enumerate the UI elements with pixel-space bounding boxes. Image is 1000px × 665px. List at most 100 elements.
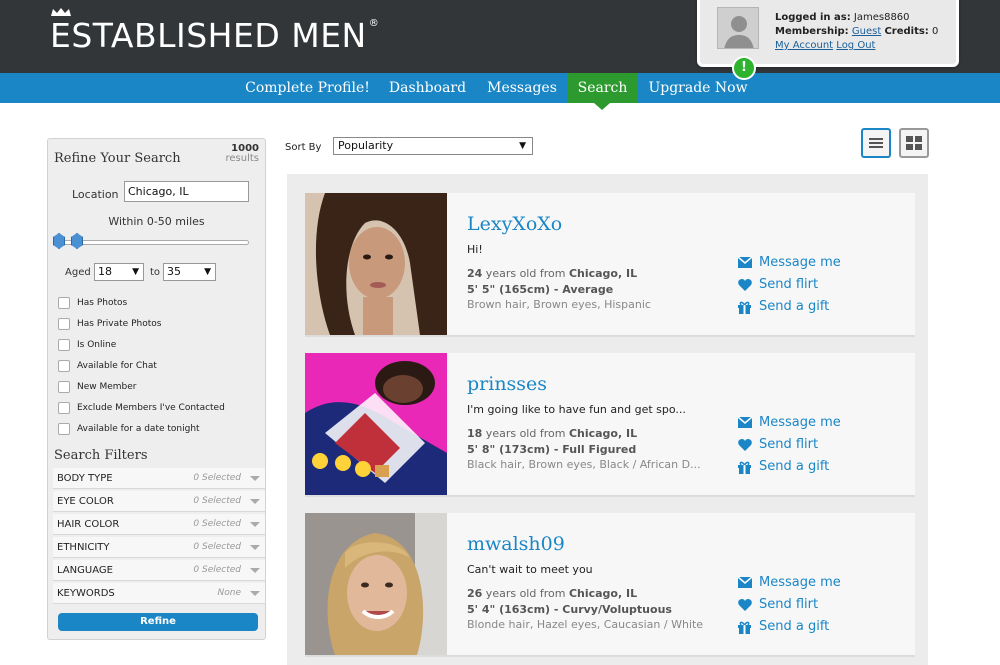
crown-icon bbox=[51, 8, 71, 16]
logged-in-label: Logged in as: bbox=[775, 12, 851, 23]
chevron-down-icon bbox=[250, 568, 260, 573]
sort-select[interactable]: Popularity ▼ bbox=[333, 137, 533, 155]
sort-value: Popularity bbox=[338, 139, 394, 152]
filter-keywords[interactable]: KEYWORDS None bbox=[53, 583, 265, 604]
main-nav: Complete Profile! Dashboard Messages Sea… bbox=[0, 73, 1000, 103]
checkbox[interactable] bbox=[58, 381, 70, 393]
envelope-icon bbox=[738, 257, 752, 268]
checkbox-label: New Member bbox=[77, 382, 137, 392]
filter-name: ETHNICITY bbox=[57, 542, 110, 553]
filter-language[interactable]: LANGUAGE 0 Selected bbox=[53, 560, 265, 581]
distance-slider[interactable] bbox=[54, 240, 249, 245]
results-count: 1000 results bbox=[225, 144, 259, 164]
refine-button[interactable]: Refine bbox=[58, 613, 258, 631]
list-view-icon bbox=[869, 138, 883, 148]
checkbox-label: Is Online bbox=[77, 340, 117, 350]
user-silhouette-icon bbox=[718, 8, 758, 48]
checkbox[interactable] bbox=[58, 402, 70, 414]
chevron-down-icon bbox=[250, 522, 260, 527]
send-flirt-label: Send flirt bbox=[759, 277, 819, 292]
message-me-label: Message me bbox=[759, 415, 841, 430]
checkbox[interactable] bbox=[58, 318, 70, 330]
profile-tagline: Hi! bbox=[467, 243, 483, 256]
profile-details: Black hair, Brown eyes, Black / African … bbox=[467, 458, 701, 471]
profile-card: prinsses I'm going like to have fun and … bbox=[305, 353, 915, 497]
chevron-down-icon bbox=[250, 499, 260, 504]
profile-card: LexyXoXo Hi! 24 years old from Chicago, … bbox=[305, 193, 915, 337]
profile-city: Chicago, IL bbox=[568, 427, 638, 440]
profile-tagline: Can't wait to meet you bbox=[467, 563, 593, 576]
filter-hair-color[interactable]: HAIR COLOR 0 Selected bbox=[53, 514, 265, 535]
dropdown-arrow-icon: ▼ bbox=[132, 267, 139, 277]
gift-icon bbox=[738, 621, 751, 634]
filter-eye-color[interactable]: EYE COLOR 0 Selected bbox=[53, 491, 265, 512]
profile-photo[interactable] bbox=[305, 513, 447, 655]
chevron-down-icon bbox=[250, 591, 260, 596]
profile-city: Chicago, IL bbox=[568, 587, 638, 600]
profile-age-location: 24 years old from Chicago, IL bbox=[467, 267, 637, 280]
checkbox-label: Has Private Photos bbox=[77, 319, 162, 329]
profile-photo[interactable] bbox=[305, 353, 447, 495]
membership-link[interactable]: Guest bbox=[852, 26, 881, 37]
filter-name: HAIR COLOR bbox=[57, 519, 120, 530]
list-view-button[interactable] bbox=[861, 128, 891, 158]
checkbox-label: Exclude Members I've Contacted bbox=[77, 403, 225, 413]
send-flirt-label: Send flirt bbox=[759, 597, 819, 612]
send-gift-label: Send a gift bbox=[759, 619, 830, 634]
sort-by-label: Sort By bbox=[285, 142, 322, 153]
age-max-select[interactable]: 35 ▼ bbox=[163, 263, 216, 281]
gift-icon bbox=[738, 301, 751, 314]
profile-height-body: 5' 5" (165cm) - Average bbox=[467, 283, 614, 296]
filter-ethnicity[interactable]: ETHNICITY 0 Selected bbox=[53, 537, 265, 558]
alert-badge[interactable]: ! bbox=[732, 56, 756, 80]
filter-value: None bbox=[217, 588, 241, 598]
send-gift-label: Send a gift bbox=[759, 459, 830, 474]
nav-messages[interactable]: Messages bbox=[480, 73, 564, 103]
checkbox[interactable] bbox=[58, 360, 70, 372]
heart-icon bbox=[738, 599, 752, 611]
age-text: years old from bbox=[482, 587, 569, 600]
profile-city: Chicago, IL bbox=[568, 267, 638, 280]
slider-handle-min[interactable] bbox=[53, 233, 65, 249]
results-label: results bbox=[225, 153, 259, 164]
filter-value: 0 Selected bbox=[193, 473, 241, 483]
avatar[interactable] bbox=[717, 7, 759, 49]
checkbox[interactable] bbox=[58, 297, 70, 309]
profile-photo[interactable] bbox=[305, 193, 447, 335]
chevron-down-icon bbox=[250, 545, 260, 550]
profile-name[interactable]: prinsses bbox=[467, 373, 547, 395]
profile-height-body: 5' 8" (173cm) - Full Figured bbox=[467, 443, 637, 456]
logo-registered: ® bbox=[368, 18, 380, 29]
nav-dashboard[interactable]: Dashboard bbox=[381, 73, 474, 103]
age-max-value: 35 bbox=[167, 265, 181, 278]
slider-handle-max[interactable] bbox=[71, 233, 83, 249]
grid-view-button[interactable] bbox=[899, 128, 929, 158]
checkbox[interactable] bbox=[58, 339, 70, 351]
logo[interactable]: ESTABLISHED MEN ® bbox=[50, 8, 380, 55]
location-input[interactable]: Chicago, IL bbox=[124, 181, 249, 202]
checkbox-label: Has Photos bbox=[77, 298, 128, 308]
location-label: Location bbox=[72, 188, 119, 201]
nav-complete-profile[interactable]: Complete Profile! bbox=[240, 73, 375, 103]
account-box: Logged in as: James8860 Membership: Gues… bbox=[697, 0, 959, 67]
filter-name: LANGUAGE bbox=[57, 565, 113, 576]
profile-age-location: 18 years old from Chicago, IL bbox=[467, 427, 637, 440]
profile-name[interactable]: mwalsh09 bbox=[467, 533, 565, 555]
profile-details: Blonde hair, Hazel eyes, Caucasian / Whi… bbox=[467, 618, 704, 631]
profile-height-body: 5' 4" (163cm) - Curvy/Voluptuous bbox=[467, 603, 672, 616]
distance-label: Within 0-50 miles bbox=[108, 215, 205, 228]
filter-body-type[interactable]: BODY TYPE 0 Selected bbox=[53, 468, 265, 489]
age-text: years old from bbox=[482, 267, 569, 280]
username: James8860 bbox=[853, 12, 910, 23]
profile-age: 18 bbox=[467, 427, 483, 440]
my-account-link[interactable]: My Account bbox=[775, 40, 833, 51]
profile-name[interactable]: LexyXoXo bbox=[467, 213, 562, 235]
logout-link[interactable]: Log Out bbox=[836, 40, 875, 51]
account-links: My Account Log Out bbox=[775, 40, 875, 51]
membership-label: Membership: bbox=[775, 26, 849, 37]
checkbox[interactable] bbox=[58, 423, 70, 435]
profile-age: 26 bbox=[467, 587, 483, 600]
age-min-select[interactable]: 18 ▼ bbox=[94, 263, 144, 281]
nav-search[interactable]: Search bbox=[568, 73, 637, 103]
checkbox-label: Available for a date tonight bbox=[77, 424, 200, 434]
